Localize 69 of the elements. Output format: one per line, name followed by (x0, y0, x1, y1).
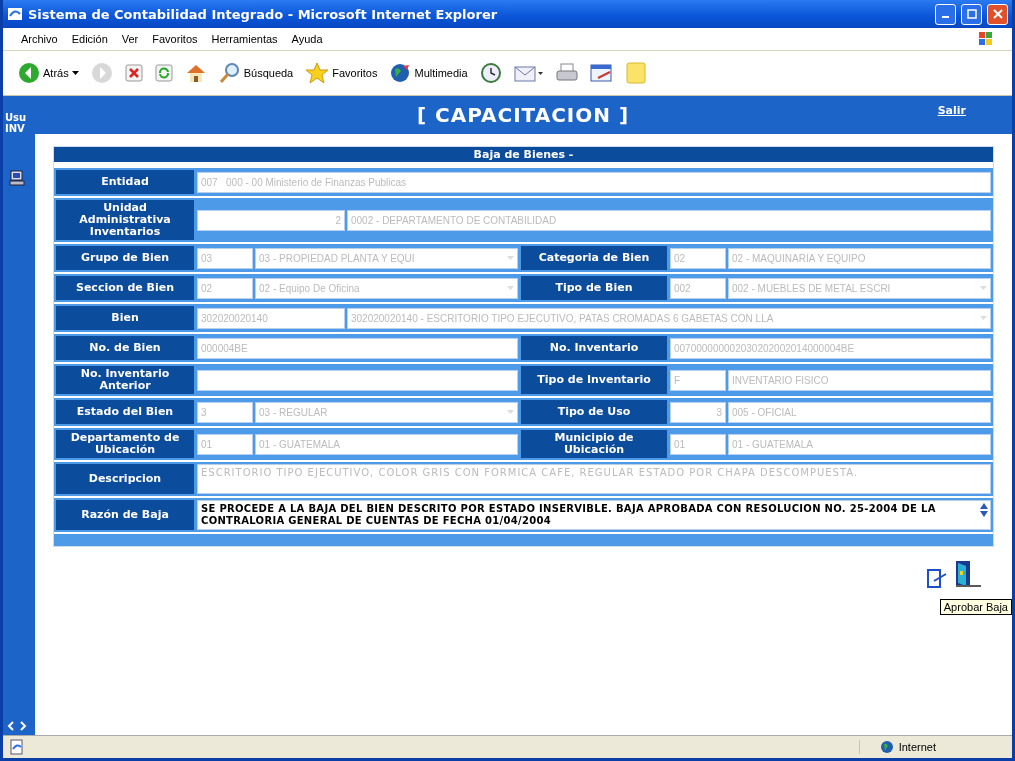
user-label: INV (4, 123, 25, 134)
field-label: Tipo de Inventario (521, 366, 667, 394)
menu-item[interactable]: Archivo (21, 33, 58, 45)
zone-label: Internet (898, 741, 936, 753)
field-label: Seccion de Bien (56, 276, 194, 300)
back-icon (18, 62, 40, 84)
computer-icon[interactable] (9, 170, 25, 186)
dropdown-caret-icon (980, 316, 987, 320)
field-label: Grupo de Bien (56, 246, 194, 270)
edit-icon (589, 63, 614, 83)
menu-item[interactable]: Edición (71, 33, 108, 45)
minimize-icon (942, 16, 949, 18)
maximize-button[interactable] (961, 3, 982, 25)
close-button[interactable] (987, 3, 1008, 25)
field-label: No. de Bien (56, 336, 194, 360)
field-label: Entidad (56, 170, 194, 194)
exit-link[interactable]: Salir (937, 104, 966, 117)
page-title: [ CAPACITACION ] (416, 103, 630, 127)
scroll-up-icon[interactable] (980, 503, 988, 509)
menu-item[interactable]: Favoritos (152, 33, 198, 45)
favorites-button[interactable]: Favoritos (302, 60, 381, 86)
tooltip: Aprobar Baja (939, 599, 1012, 615)
back-button[interactable]: Atrás (15, 60, 82, 86)
field-label: Departamento de Ubicación (56, 430, 194, 458)
scroll-down-icon[interactable] (980, 511, 988, 517)
menu-item[interactable]: Herramientas (211, 33, 278, 45)
field-label: Estado del Bien (56, 400, 194, 424)
forward-icon (90, 62, 113, 84)
field-label: Categoria de Bien (521, 246, 667, 270)
field-label: Tipo de Bien (521, 276, 667, 300)
field-label: Descripcion (56, 464, 194, 494)
search-icon (218, 62, 241, 84)
field-label: Tipo de Uso (521, 400, 667, 424)
form-title: Baja de Bienes - (54, 147, 993, 162)
field-label: Unidad Administrativa Inventarios (56, 200, 194, 240)
field-label: Bien (56, 306, 194, 330)
field-label: No. Inventario (521, 336, 667, 360)
dropdown-caret-icon (980, 286, 987, 290)
user-label: Usu (4, 112, 27, 123)
field-label: Razón de Baja (56, 500, 194, 530)
dropdown-caret-icon (507, 256, 514, 260)
page-icon (9, 739, 25, 755)
globe-icon (389, 62, 412, 84)
stop-icon (124, 64, 143, 82)
text-field[interactable] (197, 369, 518, 391)
text-area[interactable]: SE PROCEDE A LA BAJA DEL BIEN DESCRITO POR ESTADO INSERVIBLE. BAJA APROBADA CON RESOLUCION NO. 25-2004 DE LA CONTRALORIA GENERAL DE CUENTAS DE FECHA 01/04/2004 (197, 500, 991, 530)
refresh-icon (154, 64, 173, 82)
field-label: Municipio de Ubicación (521, 430, 667, 458)
caret-icon (71, 71, 79, 75)
dropdown-caret-icon (507, 286, 514, 290)
close-icon (992, 9, 1003, 19)
history-icon (479, 62, 502, 84)
browser-icon (7, 6, 23, 22)
media-button[interactable]: Multimedia (386, 60, 471, 86)
edit-icon[interactable] (926, 567, 948, 589)
menu-item[interactable]: Ver (121, 33, 139, 45)
window-title: Sistema de Contabilidad Integrado - Microsoft Internet Explorer (28, 6, 499, 22)
maximize-icon (966, 9, 977, 19)
star-icon (305, 62, 330, 84)
mail-icon (513, 63, 544, 83)
windows-flag-icon (978, 31, 994, 47)
dropdown-caret-icon (507, 410, 514, 414)
globe-icon (879, 740, 894, 754)
menu-item[interactable]: Ayuda (291, 33, 323, 45)
printer-icon (555, 63, 578, 83)
search-button[interactable]: Búsqueda (215, 60, 297, 86)
field-label: No. Inventario Anterior (56, 366, 194, 394)
note-icon (625, 62, 646, 84)
minimize-button[interactable] (935, 3, 956, 25)
